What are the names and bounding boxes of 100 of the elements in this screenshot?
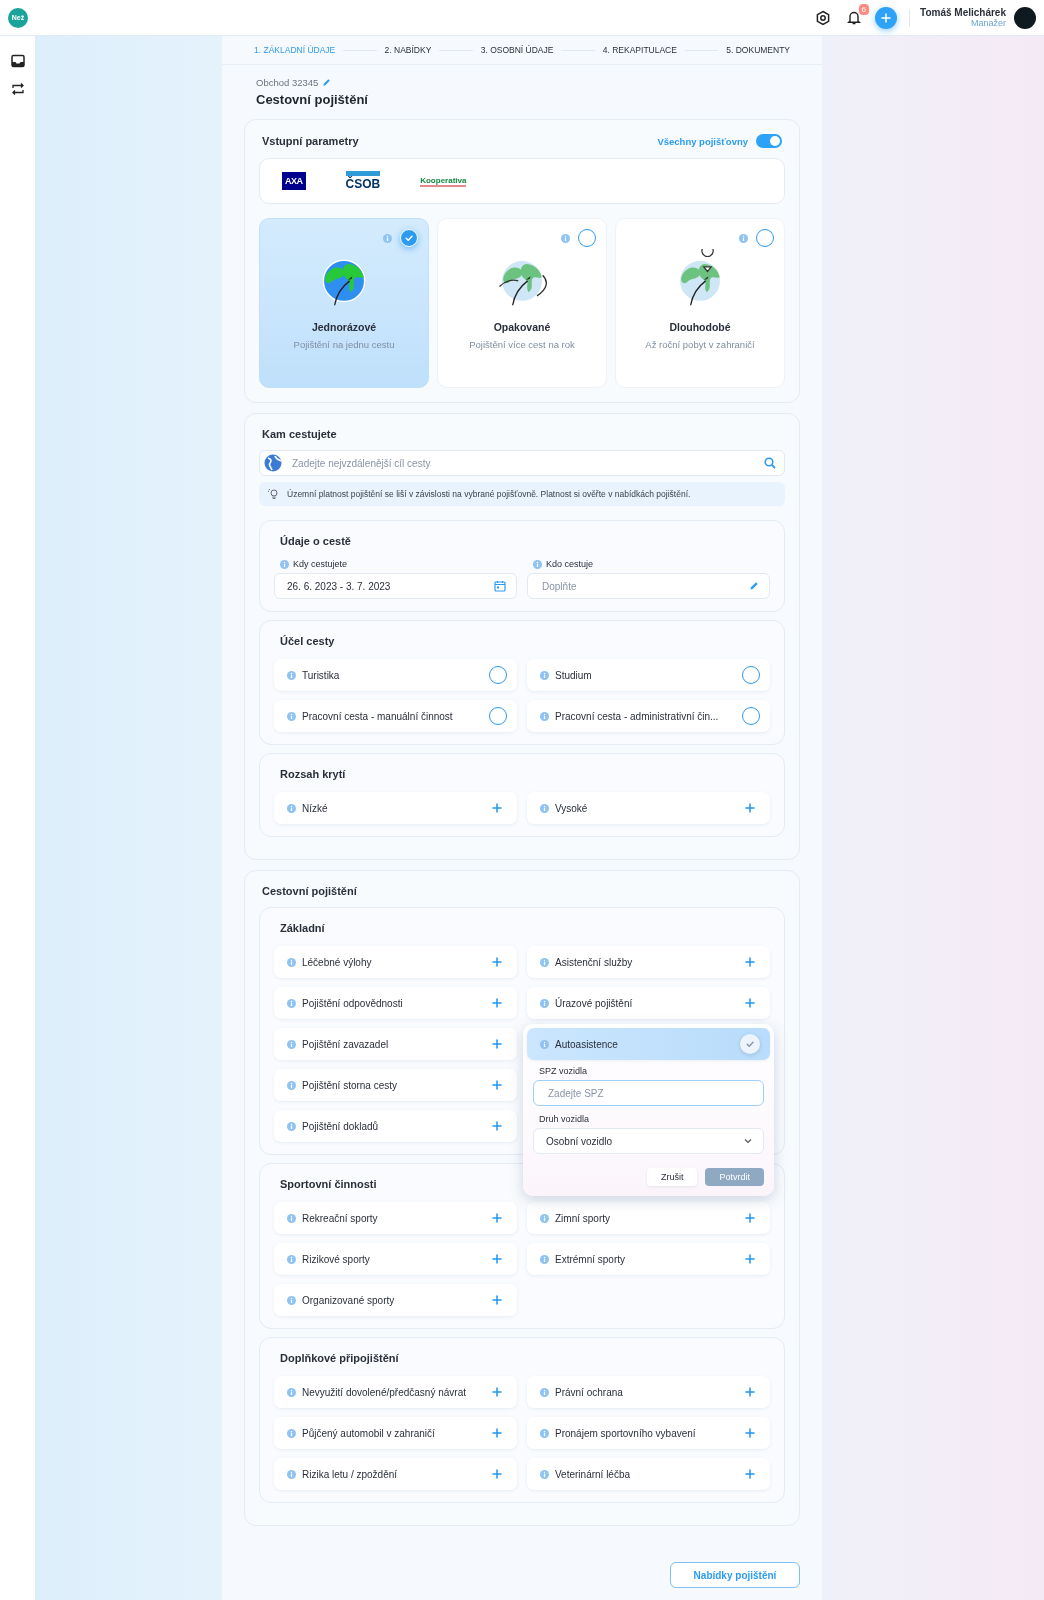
option-item[interactable]: Rizika letu / zpoždění xyxy=(274,1458,517,1490)
info-icon[interactable] xyxy=(540,803,549,813)
search-icon[interactable] xyxy=(764,457,776,469)
option-item[interactable]: Pojištění storna cesty xyxy=(274,1069,517,1101)
option-item[interactable]: Veterinární léčba xyxy=(527,1458,770,1490)
option-item[interactable]: Turistika xyxy=(274,659,517,691)
select-field[interactable]: Osobní vozidlo xyxy=(533,1128,764,1154)
bell-icon[interactable] xyxy=(847,10,862,25)
type-card[interactable]: Jednorázové Pojištění na jednu cestu xyxy=(259,218,429,388)
step-tab[interactable]: 4. REKAPITULACE xyxy=(602,45,677,55)
option-label: Rizikové sporty xyxy=(302,1253,371,1265)
radio-button[interactable] xyxy=(578,229,596,247)
info-icon[interactable] xyxy=(540,1428,549,1438)
user-avatar[interactable] xyxy=(1014,6,1036,29)
info-icon[interactable] xyxy=(383,233,392,243)
info-icon[interactable] xyxy=(287,957,296,967)
option-item[interactable]: Úrazové pojištění xyxy=(527,987,770,1019)
option-item[interactable]: Zimní sporty xyxy=(527,1202,770,1234)
option-item[interactable]: Pracovní cesta - manuální činnost xyxy=(274,700,517,732)
info-icon[interactable] xyxy=(287,1080,296,1090)
info-icon[interactable] xyxy=(540,1039,549,1049)
info-icon[interactable] xyxy=(540,670,549,680)
section-title: Cestovní pojištění xyxy=(262,885,357,897)
info-icon[interactable] xyxy=(287,1387,296,1397)
info-icon[interactable] xyxy=(540,711,549,721)
option-label: Pojištění dokladů xyxy=(302,1120,380,1132)
type-card[interactable]: Dlouhodobé Až roční pobyt v zahraničí xyxy=(615,218,785,388)
info-icon[interactable] xyxy=(280,559,289,569)
option-item[interactable]: Půjčený automobil v zahraničí xyxy=(274,1417,517,1449)
info-icon[interactable] xyxy=(287,1039,296,1049)
info-icon[interactable] xyxy=(540,1254,549,1264)
section-title: Kam cestujete xyxy=(262,428,337,440)
info-icon[interactable] xyxy=(540,1387,549,1397)
info-icon[interactable] xyxy=(287,803,296,813)
option-item[interactable]: Právní ochrana xyxy=(527,1376,770,1408)
notice-text: Územní platnost pojištění se liší v závislosti na vybrané pojišťovně. Platnost si ověřte v nabídkách pojištění. xyxy=(287,489,691,499)
info-icon[interactable] xyxy=(287,998,296,1008)
info-icon[interactable] xyxy=(287,1254,296,1264)
pencil-icon[interactable] xyxy=(749,581,759,591)
option-item[interactable]: Extrémní sporty xyxy=(527,1243,770,1275)
option-label: Pojištění odpovědnosti xyxy=(302,997,404,1009)
option-item[interactable]: Rizikové sporty xyxy=(274,1243,517,1275)
option-item[interactable]: Pronájem sportovního vybavení xyxy=(527,1417,770,1449)
option-item[interactable]: Asistenční služby xyxy=(527,946,770,978)
info-icon[interactable] xyxy=(533,559,542,569)
option-item[interactable]: Autoasistence xyxy=(527,1028,770,1060)
toggle-switch[interactable] xyxy=(756,134,782,148)
info-icon[interactable] xyxy=(287,1213,296,1223)
option-item[interactable]: Nevyužití dovolené/předčasný návrat xyxy=(274,1376,517,1408)
radio-button[interactable] xyxy=(489,666,507,684)
radio-button[interactable] xyxy=(742,666,760,684)
option-item[interactable]: Nízké xyxy=(274,792,517,824)
radio-button[interactable] xyxy=(742,707,760,725)
section-title: Vstupní parametry xyxy=(262,135,359,147)
plus-icon xyxy=(491,1427,503,1439)
deal-number: Obchod 32345 xyxy=(256,77,319,88)
cancel-button[interactable]: Zrušit xyxy=(647,1168,698,1186)
calendar-icon[interactable] xyxy=(494,580,506,592)
radio-button[interactable] xyxy=(756,229,774,247)
info-icon[interactable] xyxy=(287,1295,296,1305)
option-item[interactable]: Pojištění dokladů xyxy=(274,1110,517,1142)
field-label: Kdy cestujete xyxy=(293,559,348,569)
option-item[interactable]: Léčebné výlohy xyxy=(274,946,517,978)
user-name: Tomáš Melichárek xyxy=(920,7,1006,18)
option-item[interactable]: Pojištění odpovědnosti xyxy=(274,987,517,1019)
radio-button[interactable] xyxy=(489,707,507,725)
info-icon[interactable] xyxy=(287,1121,296,1131)
type-subtitle: Pojištění na jednu cestu xyxy=(293,339,395,350)
option-label: Pojištění zavazadel xyxy=(302,1038,390,1050)
step-tab[interactable]: 5. DOKUMENTY xyxy=(726,45,791,55)
step-tab[interactable]: 3. OSOBNÍ ÚDAJE xyxy=(480,45,554,55)
date-field[interactable]: 26. 6. 2023 - 3. 7. 2023 xyxy=(274,573,517,599)
option-item[interactable]: Pojištění zavazadel xyxy=(274,1028,517,1060)
option-item[interactable]: Studium xyxy=(527,659,770,691)
info-icon[interactable] xyxy=(287,711,296,721)
info-icon[interactable] xyxy=(540,1213,549,1223)
option-item[interactable]: Vysoké xyxy=(527,792,770,824)
type-card[interactable]: Opakované Pojištění více cest na rok xyxy=(437,218,607,388)
info-icon[interactable] xyxy=(739,233,748,243)
settings-icon[interactable] xyxy=(815,9,832,26)
info-icon[interactable] xyxy=(540,1469,549,1479)
option-item[interactable]: Organizované sporty xyxy=(274,1284,517,1316)
info-icon[interactable] xyxy=(287,1428,296,1438)
panel-title: Základní xyxy=(280,922,325,934)
option-label: Turistika xyxy=(302,669,341,681)
info-icon[interactable] xyxy=(540,998,549,1008)
field-label: SPZ vozidla xyxy=(539,1066,589,1076)
add-button[interactable] xyxy=(875,6,898,29)
option-item[interactable]: Rekreační sporty xyxy=(274,1202,517,1234)
pencil-icon[interactable] xyxy=(322,78,332,87)
info-icon[interactable] xyxy=(540,957,549,967)
swap-icon[interactable] xyxy=(10,82,25,96)
info-icon[interactable] xyxy=(561,233,570,243)
inbox-icon[interactable] xyxy=(10,54,25,68)
info-icon[interactable] xyxy=(287,670,296,680)
chevron-down-icon xyxy=(743,1136,753,1146)
step-tab[interactable]: 2. NABÍDKY xyxy=(384,45,432,55)
info-icon[interactable] xyxy=(287,1469,296,1479)
check-button[interactable] xyxy=(740,1034,760,1054)
option-item[interactable]: Pracovní cesta - administrativní čin... xyxy=(527,700,770,732)
